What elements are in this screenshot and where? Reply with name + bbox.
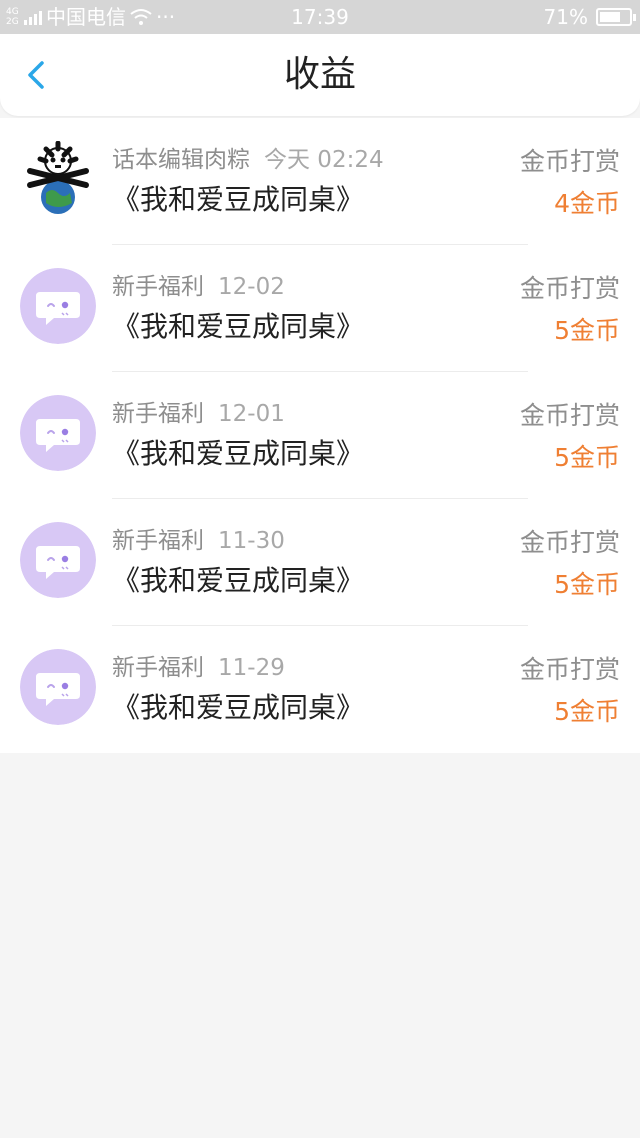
reward-amount: 4金币 xyxy=(554,189,620,218)
record-meta: 话本编辑肉粽 今天 02:24 xyxy=(112,140,384,174)
reward-amount: 5金币 xyxy=(554,570,620,599)
record-meta: 新手福利 12-01 xyxy=(112,394,285,428)
book-title: 《我和爱豆成同桌》 xyxy=(112,310,365,343)
chat-bubble-avatar xyxy=(20,268,96,344)
status-bar: 4G 2G 中国电信 ··· 17:39 71% xyxy=(0,0,640,34)
record-date: 11-29 xyxy=(218,655,285,681)
earnings-row-5[interactable]: 新手福利 11-29 《我和爱豆成同桌》 金币打赏 5金币 xyxy=(0,626,640,753)
record-source: 新手福利 xyxy=(112,401,204,427)
earnings-list: 话本编辑肉粽 今天 02:24 《我和爱豆成同桌》 金币打赏 4金币 新手福利 12… xyxy=(0,118,640,753)
earnings-row-1[interactable]: 话本编辑肉粽 今天 02:24 《我和爱豆成同桌》 金币打赏 4金币 xyxy=(0,118,640,245)
reward-type: 金币打赏 xyxy=(519,528,620,557)
reward-amount: 5金币 xyxy=(554,697,620,726)
record-source: 新手福利 xyxy=(112,274,204,300)
earnings-row-4[interactable]: 新手福利 11-30 《我和爱豆成同桌》 金币打赏 5金币 xyxy=(0,499,640,626)
nav-bar: 收益 xyxy=(0,34,640,116)
earnings-row-3[interactable]: 新手福利 12-01 《我和爱豆成同桌》 金币打赏 5金币 xyxy=(0,372,640,499)
record-date: 11-30 xyxy=(218,528,285,554)
reward-type: 金币打赏 xyxy=(519,274,620,303)
record-source: 新手福利 xyxy=(112,528,204,554)
record-date: 12-01 xyxy=(218,401,285,427)
chat-bubble-avatar xyxy=(20,395,96,471)
book-title: 《我和爱豆成同桌》 xyxy=(112,691,365,724)
chat-bubble-avatar xyxy=(20,522,96,598)
record-source: 话本编辑肉粽 xyxy=(112,147,250,173)
record-date: 今天 02:24 xyxy=(264,147,384,173)
battery-percent: 71% xyxy=(543,5,588,29)
status-right: 71% xyxy=(543,0,636,34)
reward-amount: 5金币 xyxy=(554,316,620,345)
reward-type: 金币打赏 xyxy=(519,147,620,176)
record-source: 新手福利 xyxy=(112,655,204,681)
chat-bubble-avatar xyxy=(20,649,96,725)
book-title: 《我和爱豆成同桌》 xyxy=(112,564,365,597)
earnings-row-2[interactable]: 新手福利 12-02 《我和爱豆成同桌》 金币打赏 5金币 xyxy=(0,245,640,372)
record-meta: 新手福利 12-02 xyxy=(112,267,285,301)
user-avatar-skull-globe xyxy=(20,141,96,217)
book-title: 《我和爱豆成同桌》 xyxy=(112,183,365,216)
record-meta: 新手福利 11-30 xyxy=(112,521,285,555)
battery-icon xyxy=(596,8,636,26)
record-meta: 新手福利 11-29 xyxy=(112,648,285,682)
reward-type: 金币打赏 xyxy=(519,655,620,684)
reward-type: 金币打赏 xyxy=(519,401,620,430)
page-title: 收益 xyxy=(283,54,356,95)
book-title: 《我和爱豆成同桌》 xyxy=(112,437,365,470)
record-date: 12-02 xyxy=(218,274,285,300)
reward-amount: 5金币 xyxy=(554,443,620,472)
